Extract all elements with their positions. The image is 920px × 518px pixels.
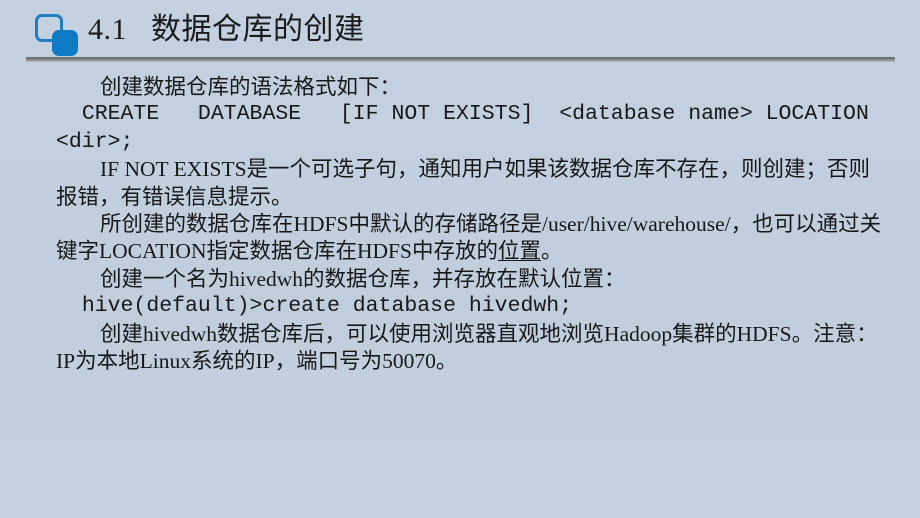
rounded-square-filled-shape (52, 30, 78, 56)
body-paragraph-2: IF NOT EXISTS是一个可选子句，通知用户如果该数据仓库不存在，则创建；… (56, 157, 871, 209)
body-paragraph-3-tail: 。 (540, 239, 563, 264)
code-line-create-database: CREATE DATABASE [IF NOT EXISTS] <databas… (56, 102, 882, 154)
title-divider (26, 57, 895, 62)
body-paragraph-3-underlined-term: 位置 (497, 239, 541, 264)
slide-body: 创建数据仓库的语法格式如下： CREATE DATABASE [IF NOT E… (56, 74, 886, 375)
body-paragraph-1: 创建数据仓库的语法格式如下： (100, 75, 402, 99)
body-paragraph-5: 创建hivedwh数据仓库后，可以使用浏览器直观地浏览Hadoop集群的HDFS… (56, 321, 878, 374)
body-paragraph-3-main: 所创建的数据仓库在HDFS中默认的存储路径是/user/hive/warehou… (56, 212, 882, 264)
two-rounded-squares-icon (33, 13, 83, 57)
page-title: 4.1 数据仓库的创建 (88, 13, 365, 46)
slide-canvas: 4.1 数据仓库的创建 创建数据仓库的语法格式如下： CREATE DATABA… (0, 0, 920, 518)
body-paragraph-4: 创建一个名为hivedwh的数据仓库，并存放在默认位置： (100, 266, 626, 291)
code-line-hive-prompt: hive(default)>create database hivedwh; (56, 294, 573, 319)
slide-title-bar: 4.1 数据仓库的创建 (0, 0, 920, 62)
body-paragraph-3: 所创建的数据仓库在HDFS中默认的存储路径是/user/hive/warehou… (56, 211, 886, 266)
